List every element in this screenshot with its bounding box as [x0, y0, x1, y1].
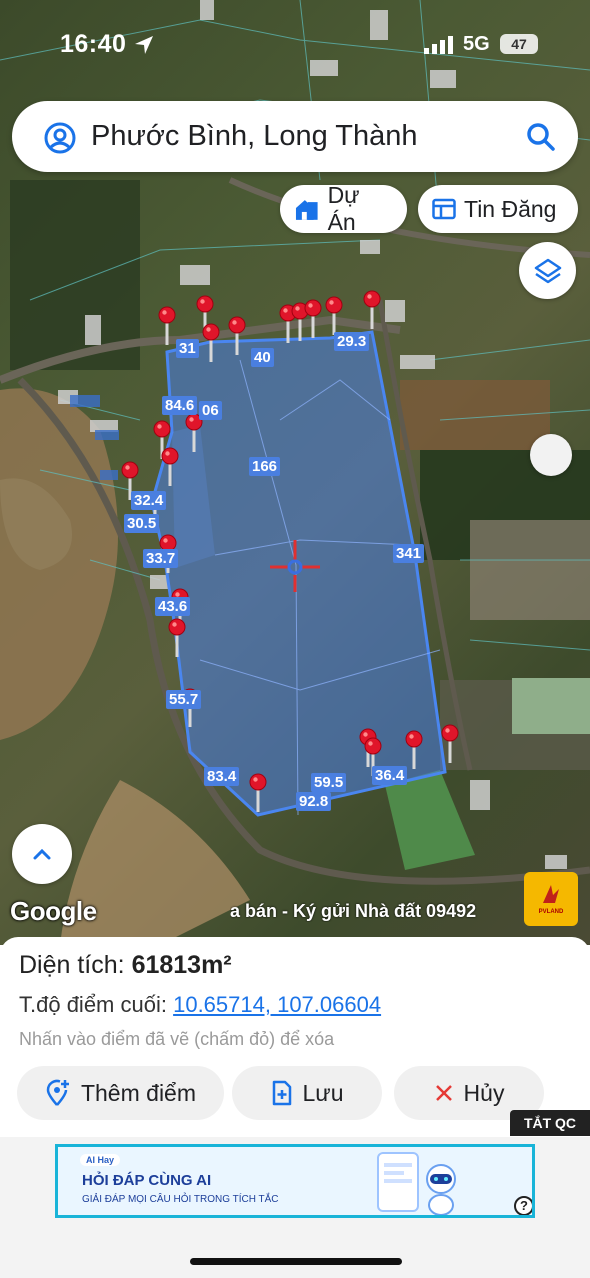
brand-mark-icon [543, 885, 559, 903]
measure-label: 166 [249, 457, 281, 476]
chevron-up-icon [33, 848, 51, 860]
measure-label: 59.5 [311, 773, 347, 792]
home-indicator [190, 1258, 402, 1265]
measure-label: 43.6 [155, 597, 191, 616]
location-arrow-icon [135, 36, 153, 54]
close-icon [435, 1085, 452, 1101]
signal-icon [424, 36, 453, 54]
measure-label: 341 [393, 544, 425, 563]
measure-label: 06 [199, 401, 222, 420]
save-button[interactable]: Lưu [232, 1066, 382, 1120]
area-label: Diện tích: [19, 951, 125, 979]
status-time: 16:40 [60, 30, 127, 58]
add-location-icon [46, 1079, 69, 1106]
add-point-label: Thêm điểm [80, 1079, 197, 1106]
measure-label: 40 [251, 348, 274, 367]
measure-label: 36.4 [372, 766, 408, 785]
search-input[interactable]: Phước Bình, Long Thành [91, 120, 418, 153]
ad-brand: AI Hay [80, 1154, 121, 1166]
account-icon[interactable] [44, 122, 76, 154]
coordinate-row: T.độ điểm cuối: 10.65714, 107.06604 [19, 992, 381, 1018]
ad-banner[interactable]: AI Hay HỎI ĐÁP CÙNG AI GIẢI ĐÁP MỌI CÂU … [55, 1144, 535, 1218]
search-bar[interactable]: Phước Bình, Long Thành [12, 101, 578, 172]
ad-banner-area: AI Hay HỎI ĐÁP CÙNG AI GIẢI ĐÁP MỌI CÂU … [0, 1137, 590, 1278]
marquee-ticker[interactable]: a bán - Ký gửi Nhà đất 09492 [230, 901, 530, 922]
du-an-button[interactable]: Dự Án [280, 182, 407, 235]
measure-label: 84.6 [162, 396, 198, 415]
point-marker-pin[interactable] [325, 296, 343, 335]
ad-help-icon[interactable]: ? [514, 1196, 532, 1215]
hint-text: Nhấn vào điểm đã vẽ (chấm đỏ) để xóa [19, 1029, 335, 1049]
battery-level: 47 [500, 34, 538, 54]
area-value: 61813m² [131, 951, 232, 979]
ad-title: HỎI ĐÁP CÙNG AI [82, 1172, 212, 1189]
measure-label: 33.7 [143, 549, 179, 568]
google-logo: Google [10, 896, 97, 926]
calendar-list-icon [432, 198, 456, 220]
layers-icon [534, 258, 561, 283]
home-building-icon [295, 200, 318, 220]
map-handle-button[interactable] [530, 434, 572, 476]
file-add-icon [272, 1080, 291, 1106]
measure-label: 29.3 [334, 332, 370, 351]
measure-label: 30.5 [124, 514, 160, 533]
expand-up-button[interactable] [12, 824, 72, 884]
cancel-label: Hủy [463, 1079, 505, 1106]
measurement-sheet: Diện tích: 61813m² T.độ điểm cuối: 10.65… [0, 937, 590, 1137]
coordinate-link[interactable]: 10.65714, 107.06604 [173, 992, 381, 1017]
close-ad-button[interactable]: TẮT QC [510, 1110, 590, 1136]
du-an-label: Dự Án [327, 182, 360, 235]
status-bar: 16:40 5G 47 [0, 28, 590, 62]
layers-button[interactable] [519, 242, 576, 299]
network-type: 5G [463, 33, 490, 55]
save-label: Lưu [302, 1079, 344, 1106]
pvland-logo[interactable]: PVLAND [524, 872, 578, 926]
measure-label: 92.8 [296, 792, 332, 811]
search-icon[interactable] [526, 122, 556, 152]
area-row: Diện tích: 61813m² [19, 951, 232, 980]
measure-label: 55.7 [166, 690, 202, 709]
robot-mascot-icon [426, 1164, 456, 1215]
measure-label: 31 [176, 339, 199, 358]
tin-dang-button[interactable]: Tin Đăng [418, 185, 578, 233]
measure-label: 83.4 [204, 767, 240, 786]
coordinate-label: T.độ điểm cuối: [19, 992, 167, 1017]
measure-label: 32.4 [131, 491, 167, 510]
ad-subtitle: GIẢI ĐÁP MỌI CÂU HỎI TRONG TÍCH TẮC [82, 1194, 279, 1205]
tin-dang-label: Tin Đăng [464, 195, 557, 222]
add-point-button[interactable]: Thêm điểm [17, 1066, 224, 1120]
